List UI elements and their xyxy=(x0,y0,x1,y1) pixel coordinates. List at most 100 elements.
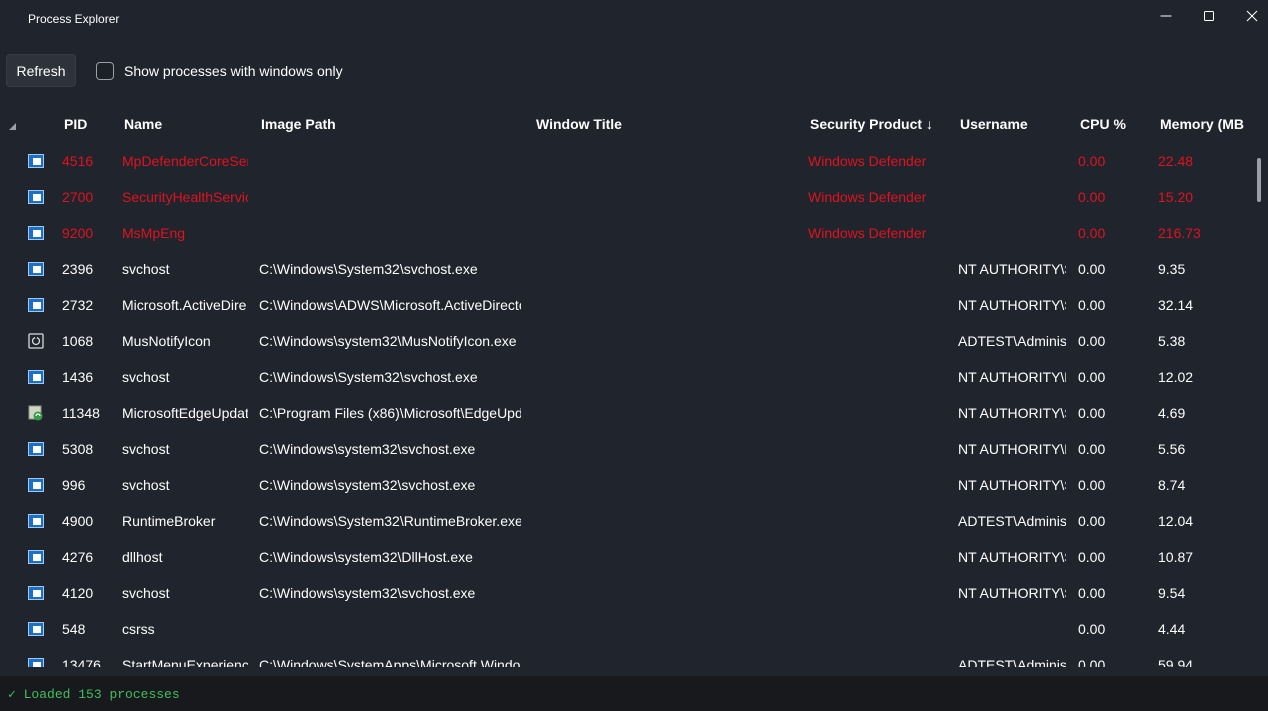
cpu-cell: 0.00 xyxy=(1078,477,1106,493)
status-text: ✓ Loaded 153 processes xyxy=(8,687,180,702)
image-path-cell: C:\Program Files (x86)\Microsoft\EdgeUpd xyxy=(259,405,521,421)
windows-only-toggle[interactable]: Show processes with windows only xyxy=(96,60,343,82)
windows-only-checkbox[interactable] xyxy=(96,62,114,80)
table-row[interactable]: 4900 RuntimeBroker C:\Windows\System32\Run… xyxy=(0,503,1250,539)
table-row[interactable]: 2700 SecurityHealthServic Windows Defender… xyxy=(0,179,1250,215)
column-header-cpu[interactable]: CPU % xyxy=(1080,116,1150,132)
image-path-cell: C:\Windows\System32\svchost.exe xyxy=(259,369,478,385)
column-header-name[interactable]: Name xyxy=(124,116,244,132)
memory-cell: 15.20 xyxy=(1158,189,1194,205)
process-name-cell: Microsoft.ActiveDire xyxy=(122,297,247,313)
image-path-cell: C:\Windows\System32\svchost.exe xyxy=(259,261,478,277)
cpu-cell: 0.00 xyxy=(1078,261,1106,277)
window-app-icon xyxy=(28,189,44,205)
process-name-cell: MusNotifyIcon xyxy=(122,333,211,349)
table-row[interactable]: 5308 svchost C:\Windows\system32\svchost.e… xyxy=(0,431,1250,467)
pid-cell: 9200 xyxy=(62,225,94,241)
column-header-memory[interactable]: Memory (MB xyxy=(1160,116,1244,132)
memory-cell: 12.04 xyxy=(1158,513,1194,529)
process-name-cell: svchost xyxy=(122,369,170,385)
pid-cell: 548 xyxy=(62,621,86,637)
memory-cell: 216.73 xyxy=(1158,225,1201,241)
refresh-button[interactable]: Refresh xyxy=(6,54,76,87)
cpu-cell: 0.00 xyxy=(1078,657,1106,667)
edge-update-icon xyxy=(28,405,44,421)
scrollbar-thumb[interactable] xyxy=(1257,158,1261,202)
table-row[interactable]: 1436 svchost C:\Windows\System32\svchost.e… xyxy=(0,359,1250,395)
minimize-button[interactable] xyxy=(1143,0,1189,32)
window-app-icon xyxy=(28,477,44,493)
table-row[interactable]: 2732 Microsoft.ActiveDire C:\Windows\ADWS\… xyxy=(0,287,1250,323)
cpu-cell: 0.00 xyxy=(1078,513,1106,529)
cpu-cell: 0.00 xyxy=(1078,621,1106,637)
maximize-button[interactable] xyxy=(1186,0,1232,32)
pid-cell: 1436 xyxy=(62,369,94,385)
pid-cell: 11348 xyxy=(62,405,100,421)
process-name-cell: csrss xyxy=(122,621,155,637)
table-row[interactable]: 4276 dllhost C:\Windows\system32\DllHost.e… xyxy=(0,539,1250,575)
cpu-cell: 0.00 xyxy=(1078,441,1106,457)
memory-cell: 12.02 xyxy=(1158,369,1194,385)
table-row[interactable]: 11348 MicrosoftEdgeUpdat C:\Program Files … xyxy=(0,395,1250,431)
process-name-cell: MsMpEng xyxy=(122,225,186,241)
column-header-image-path[interactable]: Image Path xyxy=(261,116,521,132)
pid-cell: 2732 xyxy=(62,297,94,313)
table-row[interactable]: 1068 MusNotifyIcon C:\Windows\system32\Mus… xyxy=(0,323,1250,359)
process-name-cell: svchost xyxy=(122,477,170,493)
table-row[interactable]: 13476 StartMenuExperienc C:\Windows\System… xyxy=(0,647,1250,667)
image-path-cell: C:\Windows\system32\MusNotifyIcon.exe xyxy=(259,333,517,349)
process-name-cell: MpDefenderCoreSer xyxy=(122,153,248,169)
image-path-cell: C:\Windows\System32\RuntimeBroker.exe xyxy=(259,513,521,529)
column-header-window-title[interactable]: Window Title xyxy=(536,116,796,132)
memory-cell: 9.54 xyxy=(1158,585,1186,601)
app-title: Process Explorer xyxy=(28,12,120,26)
column-header-username[interactable]: Username xyxy=(960,116,1070,132)
username-cell: NT AUTHORITY\S xyxy=(958,585,1066,601)
process-name-cell: SecurityHealthServic xyxy=(122,189,248,205)
maximize-icon xyxy=(1204,11,1214,21)
memory-cell: 9.35 xyxy=(1158,261,1186,277)
table-row[interactable]: 996 svchost C:\Windows\system32\svchost.ex… xyxy=(0,467,1250,503)
table-row[interactable]: 2396 svchost C:\Windows\System32\svchost.e… xyxy=(0,251,1250,287)
window-app-icon xyxy=(28,261,44,277)
pid-cell: 4516 xyxy=(62,153,94,169)
memory-cell: 5.38 xyxy=(1158,333,1186,349)
window-app-icon xyxy=(28,621,44,637)
window-app-icon xyxy=(28,513,44,529)
table-row[interactable]: 4120 svchost C:\Windows\system32\svchost.e… xyxy=(0,575,1250,611)
process-table: 4516 MpDefenderCoreSer Windows Defender 0.0… xyxy=(0,143,1250,667)
security-product-cell: Windows Defender xyxy=(808,189,927,205)
process-name-cell: MicrosoftEdgeUpdat xyxy=(122,405,248,421)
cpu-cell: 0.00 xyxy=(1078,369,1106,385)
memory-cell: 10.87 xyxy=(1158,549,1194,565)
memory-cell: 5.56 xyxy=(1158,441,1186,457)
table-row[interactable]: 9200 MsMpEng Windows Defender 0.00 216.73 xyxy=(0,215,1250,251)
window-app-icon xyxy=(28,297,44,313)
close-button[interactable] xyxy=(1229,0,1268,32)
username-cell: NT AUTHORITY\S xyxy=(958,405,1066,421)
table-row[interactable]: 548 csrss 0.00 4.44 xyxy=(0,611,1250,647)
table-row[interactable]: 4516 MpDefenderCoreSer Windows Defender 0.0… xyxy=(0,143,1250,179)
minimize-icon xyxy=(1160,15,1172,17)
vertical-scrollbar[interactable] xyxy=(1252,140,1268,667)
security-product-cell: Windows Defender xyxy=(808,225,927,241)
pid-cell: 4120 xyxy=(62,585,94,601)
username-cell: NT AUTHORITY\S xyxy=(958,261,1066,277)
column-header-security-product[interactable]: Security Product xyxy=(810,116,925,132)
status-bar: ✓ Loaded 153 processes xyxy=(0,676,1268,711)
pid-cell: 996 xyxy=(62,477,86,493)
process-name-cell: RuntimeBroker xyxy=(122,513,216,529)
cpu-cell: 0.00 xyxy=(1078,333,1106,349)
column-header-pid[interactable]: PID xyxy=(64,116,114,132)
window-app-icon xyxy=(28,657,44,667)
process-name-cell: svchost xyxy=(122,261,170,277)
username-cell: NT AUTHORITY\S xyxy=(958,297,1066,313)
username-cell: NT AUTHORITY\N xyxy=(958,369,1066,385)
sort-corner-icon[interactable] xyxy=(9,123,16,130)
username-cell: NT AUTHORITY\S xyxy=(958,477,1066,493)
memory-cell: 4.44 xyxy=(1158,621,1186,637)
window-app-icon xyxy=(28,549,44,565)
username-cell: ADTEST\Administ xyxy=(958,657,1066,667)
pid-cell: 4900 xyxy=(62,513,94,529)
username-cell: ADTEST\Administ xyxy=(958,513,1066,529)
